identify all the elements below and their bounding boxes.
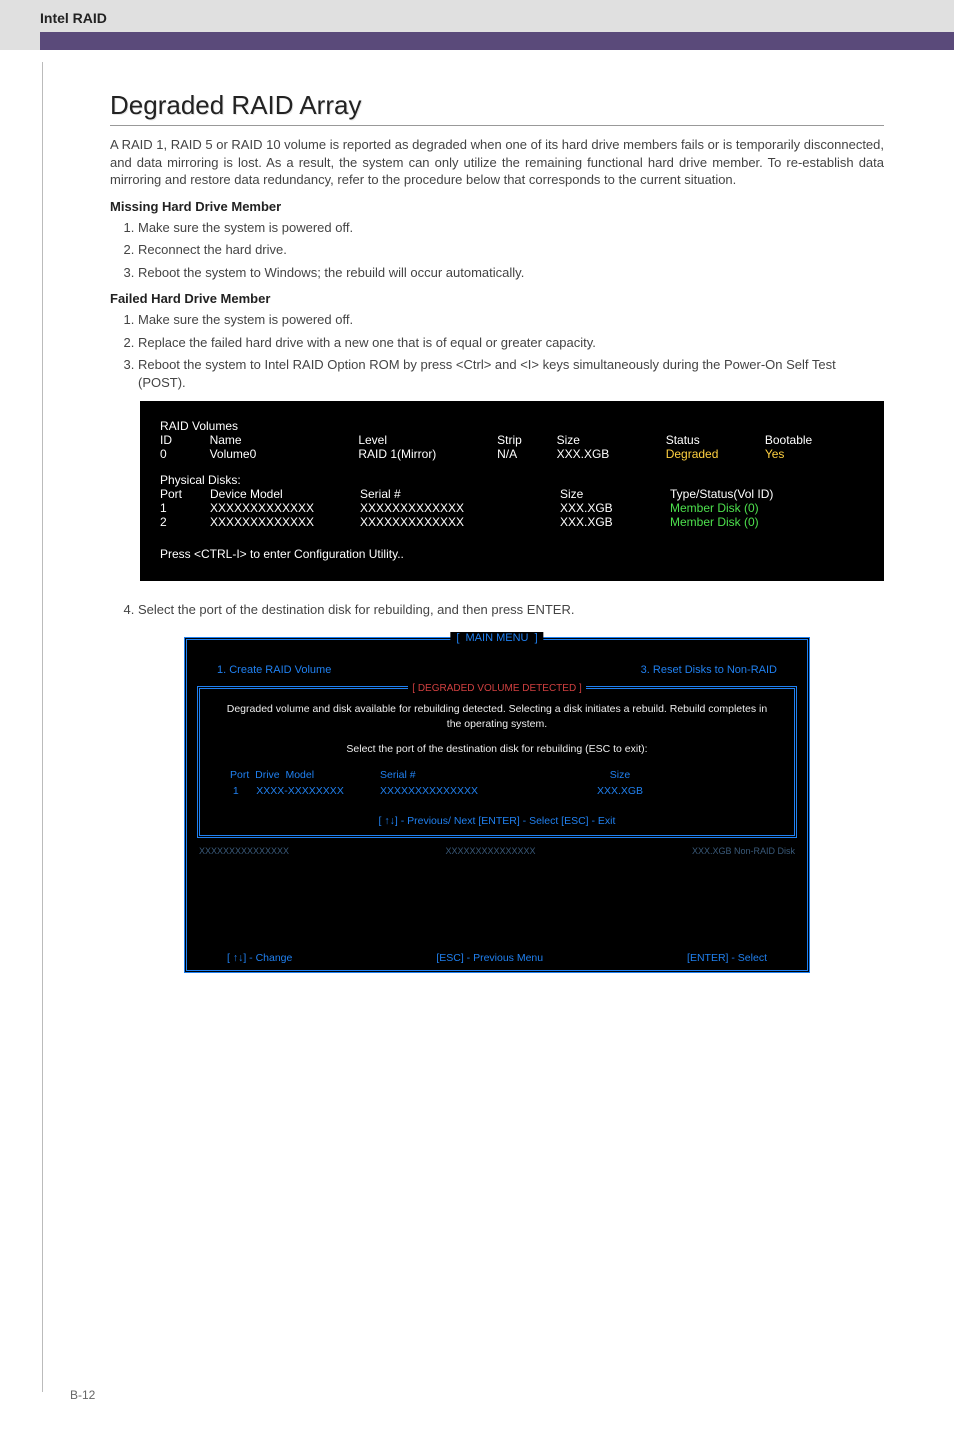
pr1-size: XXX.XGB [560,501,670,515]
degraded-msg: Degraded volume and disk available for r… [200,694,794,735]
pth-type: Type/Status(Vol ID) [670,487,773,501]
th-bootable: Bootable [765,433,864,447]
pr2-type: Member Disk (0) [670,515,759,529]
list-item: Replace the failed hard drive with a new… [138,334,884,352]
th2-size: Size [560,769,680,781]
r2-size: XXX.XGB [560,785,680,797]
margin-rule [42,62,43,1392]
pr1-type: Member Disk (0) [670,501,759,515]
th-status: Status [666,433,765,447]
raid-data-row: 0 Volume0 RAID 1(Mirror) N/A XXX.XGB Deg… [160,447,864,461]
r2-port: 1 [233,785,239,797]
pr1-port: 1 [160,501,210,515]
th2-port: Port [230,769,249,781]
td-id: 0 [160,447,210,461]
td-name: Volume0 [210,447,359,461]
step4-text: Select the port of the destination disk … [138,601,884,619]
pth-size: Size [560,487,670,501]
menu-create-raid: 1. Create RAID Volume [217,664,331,676]
ghost-row: XXXXXXXXXXXXXXX XXXXXXXXXXXXXXX XXX.XGB … [187,846,807,856]
footer-select: [ENTER] - Select [687,952,767,964]
th-size: Size [557,433,666,447]
footer-change: [ ↑↓] - Change [227,952,292,964]
select-port-msg: Select the port of the destination disk … [200,735,794,767]
phys-th-row: Port Device Model Serial # Size Type/Sta… [160,487,864,501]
footer-prev: [ESC] - Previous Menu [436,952,543,964]
list-item: Reconnect the hard drive. [138,241,884,259]
main-menu-label: [ MAIN MENU ] [450,632,543,644]
td-level: RAID 1(Mirror) [358,447,497,461]
ghost-left: XXXXXXXXXXXXXXX [199,846,289,856]
bios-panel-1: RAID Volumes ID Name Level Strip Size St… [140,401,884,581]
pr2-model: XXXXXXXXXXXXX [210,515,360,529]
list-item: Reboot the system to Intel RAID Option R… [138,356,884,391]
pth-port: Port [160,487,210,501]
bios2-keys: [ ↑↓] - Previous/ Next [ENTER] - Select … [200,809,794,829]
r2-model: XXXX-XXXXXXXX [256,785,344,797]
ghost-mid: XXXXXXXXXXXXXXX [445,846,535,856]
press-ctrl-i: Press <CTRL-I> to enter Configuration Ut… [160,547,864,561]
ghost-right: XXX.XGB Non-RAID Disk [692,846,795,856]
header-brand: Intel RAID [40,10,954,32]
pth-serial: Serial # [360,487,560,501]
td-bootable: Yes [765,447,864,461]
list-item: Reboot the system to Windows; the rebuil… [138,264,884,282]
missing-steps: Make sure the system is powered off. Rec… [110,219,884,282]
bios2-row: 1 XXXX-XXXXXXXX XXXXXXXXXXXXXX XXX.XGB [200,783,794,799]
raid-th-row: ID Name Level Strip Size Status Bootable [160,433,864,447]
physical-disks-label: Physical Disks: [160,473,864,487]
page-title: Degraded RAID Array [110,90,884,126]
td-strip: N/A [497,447,557,461]
th-strip: Strip [497,433,557,447]
list-item: Make sure the system is powered off. [138,311,884,329]
th-name: Name [210,433,359,447]
th2-drive: Drive [255,769,280,781]
bios-panel-2: [ MAIN MENU ] 1. Create RAID Volume 3. R… [184,637,810,973]
pr2-size: XXX.XGB [560,515,670,529]
pth-model: Device Model [210,487,360,501]
phys-row-1: 1 XXXXXXXXXXXXX XXXXXXXXXXXXX XXX.XGB Me… [160,501,864,515]
intro-paragraph: A RAID 1, RAID 5 or RAID 10 volume is re… [110,136,884,189]
r2-serial: XXXXXXXXXXXXXX [380,785,560,797]
th-id: ID [160,433,210,447]
th2-serial: Serial # [380,769,560,781]
bios2-th: Port Drive Model Serial # Size [200,767,794,783]
td-status: Degraded [666,447,765,461]
degraded-detected-title: [ DEGRADED VOLUME DETECTED ] [408,683,585,694]
missing-heading: Missing Hard Drive Member [110,199,884,214]
raid-volumes-label: RAID Volumes [160,419,864,433]
pr2-port: 2 [160,515,210,529]
bios2-footer: [ ↑↓] - Change [ESC] - Previous Menu [EN… [187,946,807,970]
th2-model: Model [285,769,314,781]
failed-heading: Failed Hard Drive Member [110,291,884,306]
th-level: Level [358,433,497,447]
pr1-serial: XXXXXXXXXXXXX [360,501,560,515]
header-accent-bar [40,32,954,50]
list-item: Make sure the system is powered off. [138,219,884,237]
phys-row-2: 2 XXXXXXXXXXXXX XXXXXXXXXXXXX XXX.XGB Me… [160,515,864,529]
menu-reset-disks: 3. Reset Disks to Non-RAID [641,664,777,676]
pr2-serial: XXXXXXXXXXXXX [360,515,560,529]
failed-steps: Make sure the system is powered off. Rep… [110,311,884,391]
page-number: B-12 [70,1388,95,1402]
main-menu-text: MAIN MENU [466,632,529,644]
pr1-model: XXXXXXXXXXXXX [210,501,360,515]
step4-list: Select the port of the destination disk … [110,601,884,619]
page-header: Intel RAID [0,0,954,50]
td-size: XXX.XGB [557,447,666,461]
